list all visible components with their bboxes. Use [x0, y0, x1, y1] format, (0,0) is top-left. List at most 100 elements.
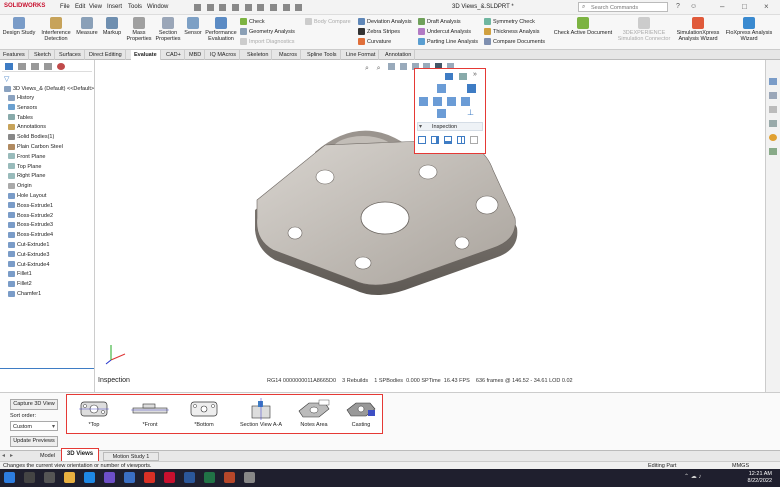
clock[interactable]: 12:21 AM 8/22/2022: [720, 471, 772, 485]
symmetry-check-button[interactable]: Symmetry Check: [484, 18, 535, 25]
maximize-icon[interactable]: □: [742, 2, 747, 11]
view-tile-section-a-a[interactable]: Section View A-A: [233, 397, 289, 433]
two-view-horizontal-icon[interactable]: [431, 136, 439, 144]
bottom-view-icon[interactable]: [437, 109, 446, 118]
named-view-row[interactable]: ▾ Inspection: [417, 122, 483, 131]
simulation-connector-button[interactable]: 3DEXPERIENCE Simulation Connector: [616, 17, 672, 42]
app-icon[interactable]: [244, 472, 255, 483]
featuremanager-tab-icon[interactable]: [5, 63, 13, 70]
close-icon[interactable]: ×: [764, 2, 769, 11]
tree-item[interactable]: Cut-Extrude3: [8, 251, 49, 260]
section-view-icon[interactable]: [400, 63, 408, 70]
scroll-right-icon[interactable]: ▸: [10, 452, 13, 459]
two-view-vertical-icon[interactable]: [444, 136, 452, 144]
measure-button[interactable]: Measure: [74, 17, 100, 36]
view-selector-icon[interactable]: [445, 73, 453, 80]
tree-item[interactable]: Sensors: [8, 104, 37, 113]
view-tile-top[interactable]: *Top: [69, 397, 119, 433]
curvature-button[interactable]: Curvature: [358, 38, 391, 45]
tree-item[interactable]: Plain Carbon Steel: [8, 143, 63, 152]
tree-item[interactable]: Right Plane: [8, 172, 45, 181]
tab-macros[interactable]: Macros: [276, 50, 302, 60]
tray-icons[interactable]: ⌃ ☁ ♪: [684, 473, 701, 480]
options-icon[interactable]: [295, 4, 303, 11]
view-tile-front[interactable]: *Front: [125, 397, 175, 433]
mail-icon[interactable]: [124, 472, 135, 483]
tree-item[interactable]: Chamfer1: [8, 290, 41, 299]
zebra-stripes-button[interactable]: Zebra Stripes: [358, 28, 400, 35]
menu-view[interactable]: View: [89, 4, 102, 10]
mass-properties-button[interactable]: Mass Properties: [124, 17, 154, 42]
design-library-icon[interactable]: [769, 92, 777, 99]
markup-button[interactable]: Markup: [100, 17, 124, 36]
update-previews-button[interactable]: Update Previews: [10, 436, 58, 447]
tab-model[interactable]: Model: [40, 452, 55, 461]
check-button[interactable]: Check: [240, 18, 265, 25]
tree-item[interactable]: Hole Layout: [8, 192, 46, 201]
tree-item[interactable]: Boss-Extrude3: [8, 221, 53, 230]
tab-cad-plus[interactable]: CAD+: [163, 50, 185, 60]
link-views-icon[interactable]: [470, 136, 478, 144]
floxpress-button[interactable]: FloXpress Analysis Wizard: [724, 17, 774, 42]
dimxpert-tab-icon[interactable]: [44, 63, 52, 70]
tree-item[interactable]: Boss-Extrude4: [8, 231, 53, 240]
tab-line-format[interactable]: Line Format: [343, 50, 380, 60]
expand-icon[interactable]: »: [473, 71, 477, 78]
normal-to-icon[interactable]: ⊥: [467, 108, 474, 117]
tree-item[interactable]: Cut-Extrude4: [8, 261, 49, 270]
tab-features[interactable]: Features: [0, 50, 29, 60]
menu-edit[interactable]: Edit: [75, 4, 85, 10]
front-view-icon[interactable]: [433, 97, 442, 106]
rollback-bar[interactable]: [0, 368, 94, 369]
excel-icon[interactable]: [204, 472, 215, 483]
tree-item[interactable]: Annotations: [8, 123, 46, 132]
custom-properties-icon[interactable]: [769, 148, 777, 155]
help-icon[interactable]: ?: [676, 3, 680, 10]
resources-icon[interactable]: [769, 78, 777, 85]
view-palette-icon[interactable]: [769, 120, 777, 127]
undo-icon[interactable]: [257, 4, 265, 11]
file-explorer-taskbar-icon[interactable]: [64, 472, 75, 483]
back-view-icon[interactable]: [461, 97, 470, 106]
single-view-icon[interactable]: [418, 136, 426, 144]
tree-item[interactable]: Cut-Extrude1: [8, 241, 49, 250]
menu-file[interactable]: File: [60, 4, 70, 10]
import-diagnostics-button[interactable]: Import Diagnostics: [240, 38, 295, 45]
zoom-fit-icon[interactable]: ⌕: [365, 65, 372, 72]
select-icon[interactable]: [270, 4, 278, 11]
chrome-icon[interactable]: [144, 472, 155, 483]
parting-line-analysis-button[interactable]: Parting Line Analysis: [418, 38, 478, 45]
undercut-analysis-button[interactable]: Undercut Analysis: [418, 28, 471, 35]
tab-motion-study-1[interactable]: Motion Study 1: [103, 452, 159, 461]
body-compare-button[interactable]: Body Compare: [305, 18, 351, 25]
tree-root[interactable]: 3D Views_& (Default) <<Default>: [4, 85, 94, 94]
thickness-analysis-button[interactable]: Thickness Analysis: [484, 28, 539, 35]
capture-3d-view-button[interactable]: Capture 3D View: [10, 399, 58, 410]
view-tile-casting[interactable]: Casting: [341, 397, 381, 433]
scroll-left-icon[interactable]: ◂: [2, 452, 5, 459]
propertymanager-tab-icon[interactable]: [18, 63, 26, 70]
tree-item[interactable]: Boss-Extrude2: [8, 212, 53, 221]
user-icon[interactable]: ☺: [690, 3, 697, 10]
configuration-tab-icon[interactable]: [31, 63, 39, 70]
section-properties-button[interactable]: Section Properties: [154, 17, 182, 42]
edge-icon[interactable]: [84, 472, 95, 483]
isometric-view-icon[interactable]: [467, 84, 476, 93]
new-icon[interactable]: [206, 4, 214, 11]
print-icon[interactable]: [244, 4, 252, 11]
minimize-icon[interactable]: –: [720, 2, 724, 11]
search-box[interactable]: ⌕ Search Commands: [578, 2, 668, 12]
tab-surfaces[interactable]: Surfaces: [56, 50, 85, 60]
four-view-icon[interactable]: [457, 136, 465, 144]
filter-icon[interactable]: ▽: [4, 75, 9, 83]
previous-view-icon[interactable]: [388, 63, 396, 70]
tree-item[interactable]: Boss-Extrude1: [8, 202, 53, 211]
compare-documents-button[interactable]: Compare Documents: [484, 38, 545, 45]
left-view-icon[interactable]: [419, 97, 428, 106]
display-manager-tab-icon[interactable]: [57, 63, 65, 70]
tab-3d-views[interactable]: 3D Views: [61, 448, 99, 462]
interference-detection-button[interactable]: Interference Detection: [40, 17, 72, 42]
check-active-document-button[interactable]: Check Active Document: [552, 17, 614, 36]
tree-item[interactable]: Origin: [8, 182, 32, 191]
tab-annotation[interactable]: Annotation: [382, 50, 416, 60]
